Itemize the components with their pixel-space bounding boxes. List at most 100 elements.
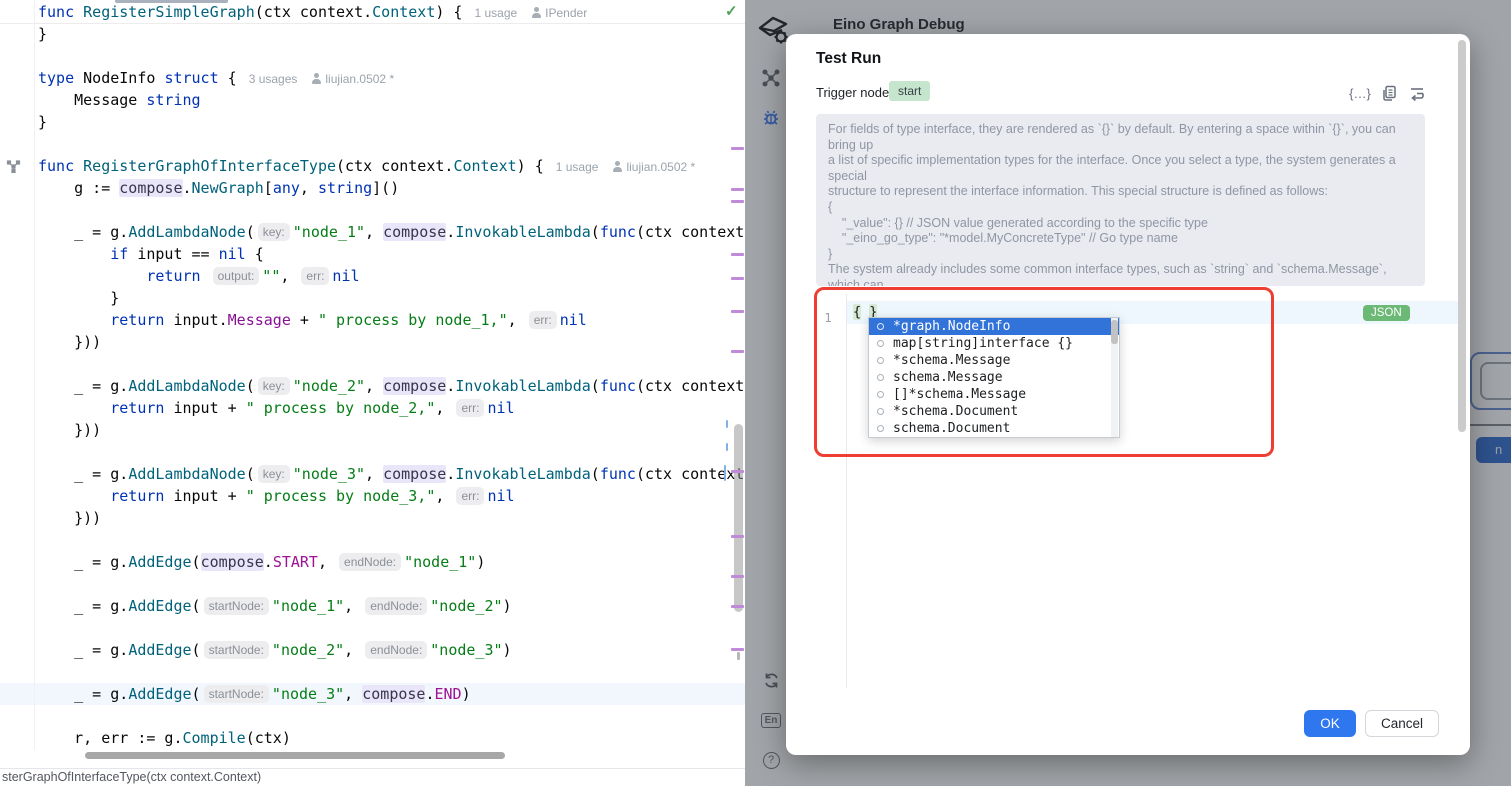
code-token: [ xyxy=(264,179,273,197)
code-token: . xyxy=(183,179,192,197)
code-line[interactable] xyxy=(0,441,745,463)
code-line[interactable]: _ = g.AddEdge(startNode:"node_2", endNod… xyxy=(0,639,745,661)
autocomplete-item[interactable]: *graph.NodeInfo xyxy=(869,318,1119,335)
code-token: ) xyxy=(462,685,471,703)
code-line[interactable]: type NodeInfo struct {3 usagesliujian.05… xyxy=(0,67,745,89)
code-line[interactable] xyxy=(0,45,745,67)
change-marker xyxy=(731,605,744,608)
inspection-ok-icon: ✓ xyxy=(725,2,738,20)
code-line[interactable]: r, err := g.Compile(ctx) xyxy=(0,727,745,749)
code-line[interactable]: Message string xyxy=(0,89,745,111)
dialog-scrollbar[interactable] xyxy=(1458,40,1466,432)
code-line[interactable]: return input + " process by node_2,", er… xyxy=(0,397,745,419)
code-token: })) xyxy=(38,421,101,439)
code-line[interactable]: })) xyxy=(0,419,745,441)
type-option-icon xyxy=(877,340,884,347)
code-line[interactable]: return input + " process by node_3,", er… xyxy=(0,485,745,507)
code-line[interactable]: if input == nil { xyxy=(0,243,745,265)
code-token: liujian.0502 * xyxy=(612,160,695,174)
code-line[interactable]: _ = g.AddEdge(startNode:"node_1", endNod… xyxy=(0,595,745,617)
code-line[interactable]: _ = g.AddLambdaNode(key:"node_2", compos… xyxy=(0,375,745,397)
trigger-node-value-badge[interactable]: start xyxy=(889,81,930,101)
code-token: return xyxy=(110,487,164,505)
breadcrumb-status-bar[interactable]: sterGraphOfInterfaceType(ctx context.Con… xyxy=(0,768,745,786)
code-line[interactable]: } xyxy=(0,23,745,45)
code-token: input == xyxy=(128,245,218,263)
type-option-icon xyxy=(877,374,884,381)
code-line[interactable] xyxy=(0,573,745,595)
type-option-icon xyxy=(877,425,884,432)
format-json-icon[interactable]: {…} xyxy=(1351,84,1369,102)
sticky-header-separator xyxy=(0,23,745,24)
json-language-badge: JSON xyxy=(1363,305,1410,321)
code-line[interactable]: return output:"", err:nil xyxy=(0,265,745,287)
code-token: ( xyxy=(246,465,255,483)
code-token: , xyxy=(435,487,453,505)
code-token: AddEdge xyxy=(128,685,191,703)
code-token: IPender xyxy=(531,6,587,20)
code-token: compose xyxy=(119,179,182,197)
autocomplete-item[interactable]: map[string]interface {} xyxy=(869,335,1119,352)
code-line[interactable] xyxy=(0,661,745,683)
code-line[interactable]: _ = g.AddEdge(compose.START, endNode:"no… xyxy=(0,551,745,573)
editor-vertical-scrollbar[interactable] xyxy=(734,424,743,612)
code-token: , xyxy=(344,685,362,703)
code-line[interactable] xyxy=(0,133,745,155)
code-token: r, err := g. xyxy=(38,729,183,747)
code-token: endNode: xyxy=(339,553,401,571)
graph-gutter-icon[interactable] xyxy=(6,160,21,178)
code-token: ( xyxy=(192,553,201,571)
code-line[interactable] xyxy=(0,705,745,727)
import-mock-input-icon[interactable] xyxy=(1408,84,1426,102)
code-line[interactable]: func RegisterSimpleGraph(ctx context.Con… xyxy=(0,1,745,23)
autocomplete-item[interactable]: []*schema.Message xyxy=(869,386,1119,403)
code-line[interactable]: })) xyxy=(0,331,745,353)
editor-horizontal-scrollbar[interactable] xyxy=(85,752,505,759)
code-token: . xyxy=(446,465,455,483)
code-line[interactable] xyxy=(0,529,745,551)
code-line[interactable] xyxy=(0,199,745,221)
code-token: startNode: xyxy=(204,641,269,659)
copy-icon[interactable] xyxy=(1380,84,1398,102)
code-line[interactable]: _ = g.AddEdge(startNode:"node_3", compos… xyxy=(0,683,745,705)
cancel-button[interactable]: Cancel xyxy=(1365,710,1439,737)
type-option-icon xyxy=(877,357,884,364)
ide-window: func RegisterSimpleGraph(ctx context.Con… xyxy=(0,0,1511,786)
code-line[interactable]: })) xyxy=(0,507,745,529)
code-line[interactable]: g := compose.NewGraph[any, string]() xyxy=(0,177,745,199)
code-token: err: xyxy=(456,487,484,505)
code-line[interactable]: } xyxy=(0,111,745,133)
code-token: 1 usage xyxy=(556,160,599,174)
code-token: key: xyxy=(258,465,290,483)
code-token: err: xyxy=(301,267,329,285)
code-line[interactable]: func RegisterGraphOfInterfaceType(ctx co… xyxy=(0,155,745,177)
code-token: struct xyxy=(164,69,218,87)
code-token: , xyxy=(365,377,383,395)
autocomplete-item[interactable]: *schema.Message xyxy=(869,352,1119,369)
scroll-position-indicator xyxy=(115,0,228,3)
ok-button[interactable]: OK xyxy=(1304,710,1356,737)
autocomplete-item[interactable]: schema.Document xyxy=(869,420,1119,437)
code-editor[interactable]: func RegisterSimpleGraph(ctx context.Con… xyxy=(0,0,745,768)
caret-marker xyxy=(724,465,726,481)
info-marker xyxy=(726,443,728,451)
code-token: compose xyxy=(383,223,446,241)
code-token: "node_1" xyxy=(272,597,344,615)
code-token: ]() xyxy=(372,179,399,197)
line-number: 1 xyxy=(816,306,840,329)
autocomplete-item[interactable]: schema.Message xyxy=(869,369,1119,386)
code-token: startNode: xyxy=(204,597,269,615)
code-line[interactable]: _ = g.AddLambdaNode(key:"node_3", compos… xyxy=(0,463,745,485)
code-line[interactable]: _ = g.AddLambdaNode(key:"node_1", compos… xyxy=(0,221,745,243)
code-token: return xyxy=(110,399,164,417)
autocomplete-scrollbar-thumb[interactable] xyxy=(1111,320,1118,344)
code-line[interactable] xyxy=(0,353,745,375)
code-line[interactable]: } xyxy=(0,287,745,309)
code-token: ( xyxy=(591,223,600,241)
code-token: _ = g. xyxy=(38,223,128,241)
autocomplete-item[interactable]: *schema.Document xyxy=(869,403,1119,420)
code-line[interactable] xyxy=(0,617,745,639)
code-token: nil xyxy=(560,311,587,329)
code-line[interactable]: return input.Message + " process by node… xyxy=(0,309,745,331)
code-token: AddEdge xyxy=(128,641,191,659)
